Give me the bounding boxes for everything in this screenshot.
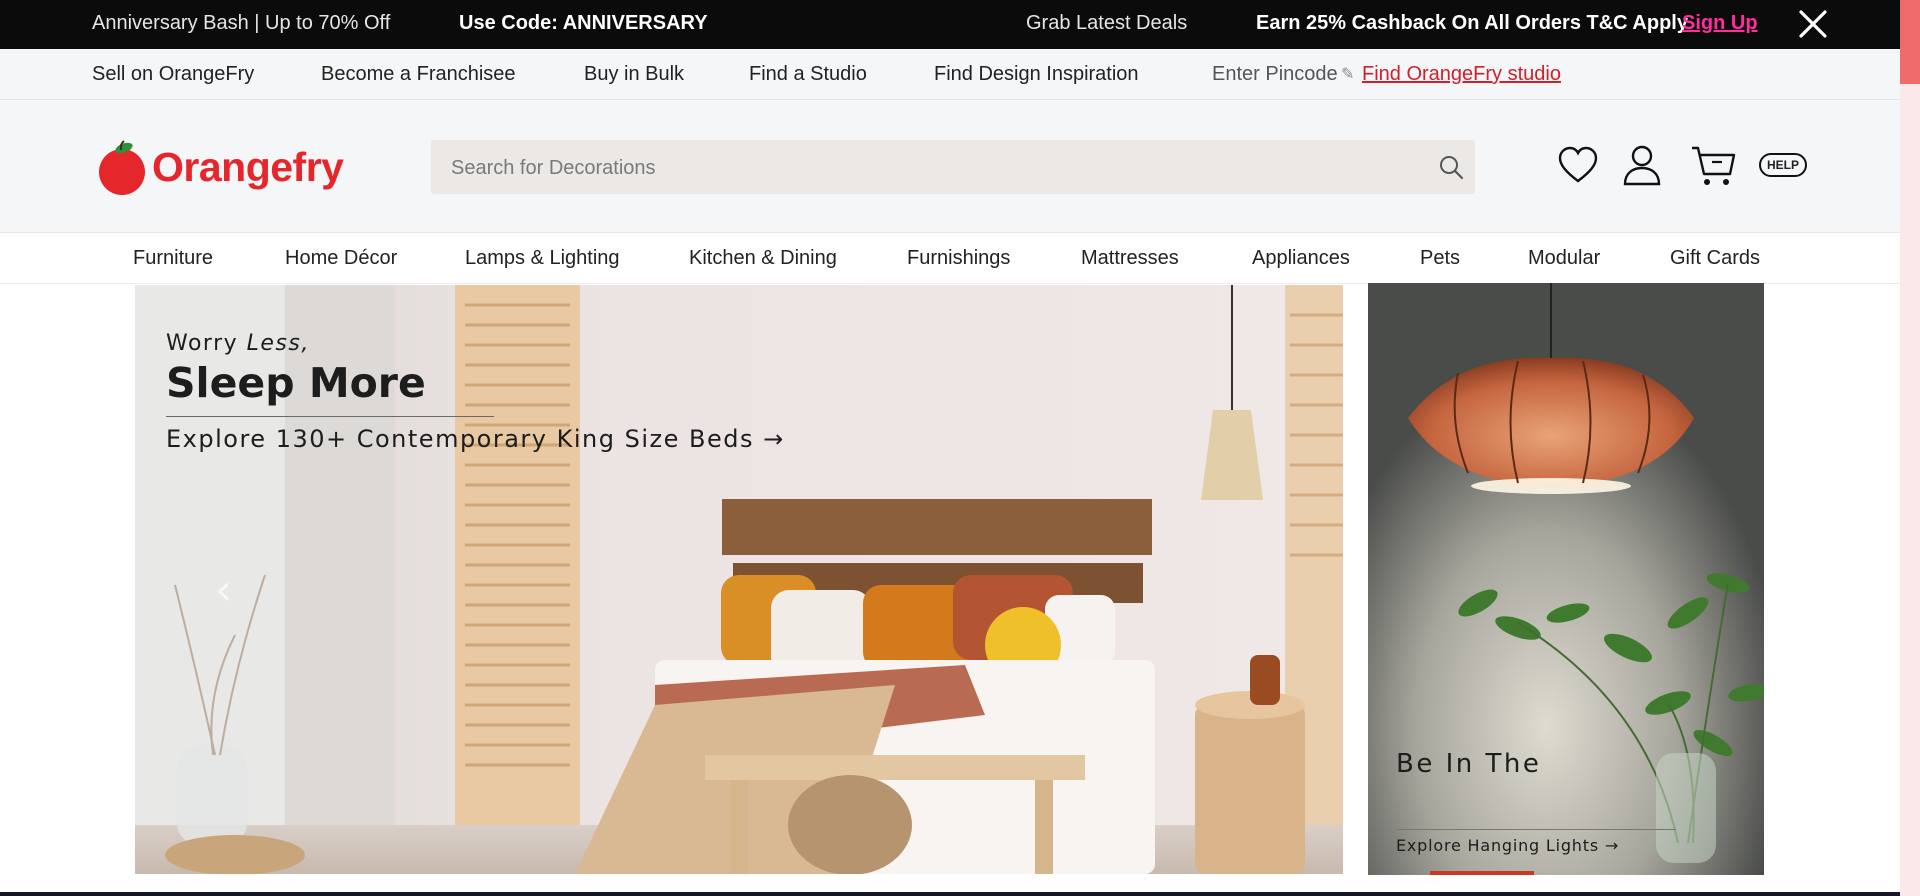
promo-bar: Anniversary Bash | Up to 70% Off Use Cod… <box>0 0 1920 49</box>
promo-code: Use Code: ANNIVERSARY <box>459 12 708 34</box>
chevron-left-icon[interactable]: ‹ <box>215 565 232 614</box>
category-furniture[interactable]: Furniture <box>133 247 213 270</box>
hero-divider <box>166 416 494 417</box>
promo-anniversary: Anniversary Bash | Up to 70% Off <box>92 12 391 34</box>
sell-link[interactable]: Sell on OrangeFry <box>92 63 254 86</box>
pencil-icon[interactable]: ✎ <box>1341 64 1354 84</box>
category-modular[interactable]: Modular <box>1528 247 1600 270</box>
category-gift-cards[interactable]: Gift Cards <box>1670 247 1760 270</box>
design-inspiration-link[interactable]: Find Design Inspiration <box>934 63 1139 86</box>
hanging-light-image <box>1368 283 1764 875</box>
help-label: HELP <box>1766 158 1799 172</box>
side-divider <box>1396 829 1676 830</box>
promo-deals-link[interactable]: Grab Latest Deals <box>1026 12 1187 35</box>
hero-cta-link[interactable]: Explore 130+ Contemporary King Size Beds… <box>166 425 785 453</box>
hero-banner[interactable]: Worry Less, Sleep More Explore 130+ Cont… <box>135 285 1343 874</box>
category-kitchen-dining[interactable]: Kitchen & Dining <box>689 247 837 270</box>
side-headline: Be In The <box>1396 749 1542 779</box>
category-appliances[interactable]: Appliances <box>1252 247 1350 270</box>
help-button[interactable]: HELP <box>1759 153 1807 177</box>
category-mattresses[interactable]: Mattresses <box>1081 247 1179 270</box>
user-icon[interactable] <box>1622 144 1662 186</box>
scrollbar-thumb[interactable] <box>1900 0 1920 84</box>
search-bar <box>431 140 1475 194</box>
arrow-right-icon: → <box>1604 836 1620 855</box>
search-icon[interactable] <box>1437 153 1465 181</box>
bulk-link[interactable]: Buy in Bulk <box>584 63 684 86</box>
bottom-strip <box>0 892 1900 896</box>
hero-headline: Sleep More <box>166 359 426 407</box>
signup-link[interactable]: Sign Up <box>1682 12 1758 35</box>
franchisee-link[interactable]: Become a Franchisee <box>321 63 516 86</box>
site-header: Orangefry HELP <box>0 100 1900 233</box>
category-home-decor[interactable]: Home Décor <box>285 247 397 270</box>
hero-tagline: Worry Less, <box>166 331 310 356</box>
search-input[interactable] <box>449 152 1413 184</box>
utility-bar: Sell on OrangeFry Become a Franchisee Bu… <box>0 49 1900 100</box>
studio-link[interactable]: Find OrangeFry studio <box>1362 63 1561 86</box>
category-pets[interactable]: Pets <box>1420 247 1460 270</box>
close-icon[interactable] <box>1796 7 1830 41</box>
orange-logo-icon <box>99 140 145 195</box>
hero-tagline-part: Worry <box>166 331 247 356</box>
heart-icon[interactable] <box>1558 146 1598 184</box>
arrow-right-icon: → <box>763 425 785 453</box>
side-cta-link[interactable]: Explore Hanging Lights → <box>1396 836 1619 855</box>
category-furnishings[interactable]: Furnishings <box>907 247 1010 270</box>
promo-cashback: Earn 25% Cashback On All Orders T&C Appl… <box>1256 12 1688 34</box>
side-banner[interactable]: Be In The Explore Hanging Lights → <box>1368 283 1764 875</box>
side-cta-text: Explore Hanging Lights <box>1396 836 1599 855</box>
category-nav: Furniture Home Décor Lamps & Lighting Ki… <box>0 233 1900 284</box>
cart-icon[interactable] <box>1690 144 1736 188</box>
hero-cta-text: Explore 130+ Contemporary King Size Beds <box>166 425 754 453</box>
side-accent-bar <box>1430 871 1534 875</box>
category-lamps-lighting[interactable]: Lamps & Lighting <box>465 247 620 270</box>
hero-tagline-emphasis: Less, <box>246 331 310 356</box>
pincode-prompt[interactable]: Enter Pincode <box>1212 63 1338 86</box>
logo-text: Orangefry <box>152 144 344 190</box>
logo[interactable]: Orangefry <box>94 140 364 196</box>
scrollbar-track[interactable] <box>1900 0 1920 896</box>
find-studio-link[interactable]: Find a Studio <box>749 63 867 86</box>
